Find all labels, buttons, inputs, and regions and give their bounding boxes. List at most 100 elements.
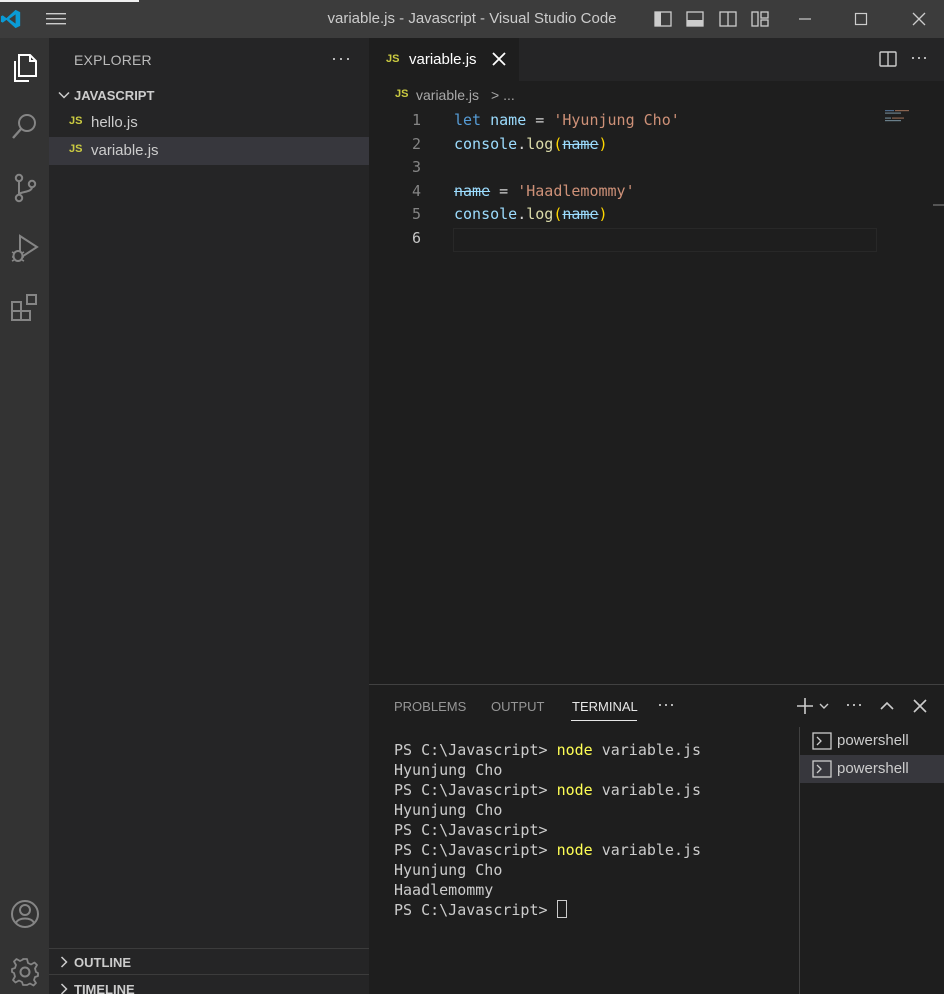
code-token: log (526, 205, 554, 224)
code-line[interactable]: 1 let name = 'Hyunjung Cho' (369, 108, 944, 132)
panel-more-tabs-button[interactable]: ··· (657, 694, 675, 715)
chevron-right-icon (60, 983, 68, 994)
editor-more-actions-button[interactable]: ··· (910, 47, 928, 68)
code-line[interactable]: 4 name = 'Haadlemommy' (369, 179, 944, 203)
terminal-text: PS C:\Javascript> (394, 841, 557, 859)
tab-terminal[interactable]: TERMINAL (572, 699, 638, 714)
close-panel-icon[interactable] (911, 697, 929, 715)
code-token: console (454, 134, 518, 153)
code-text: console.log(name) (454, 205, 608, 223)
settings-gear-icon (10, 958, 39, 987)
terminal-name: powershell (837, 760, 909, 777)
file-name: hello.js (91, 114, 138, 131)
line-number: 2 (411, 134, 421, 153)
js-file-icon: JS (69, 115, 83, 127)
terminal-text: PS C:\Javascript> (394, 741, 557, 759)
maximize-panel-chevron-up-icon[interactable] (878, 697, 896, 715)
terminal-item-powershell[interactable]: powershell (800, 727, 944, 755)
run-debug-activity[interactable] (0, 224, 49, 272)
terminal-text: Hyunjung Cho (394, 801, 503, 819)
code-editor[interactable]: 1 let name = 'Hyunjung Cho' 2 console.log(n… (369, 106, 944, 684)
terminal-text: Hyunjung Cho (394, 861, 503, 879)
line-number: 5 (411, 205, 421, 224)
explorer-activity[interactable] (0, 44, 49, 92)
line-number: 4 (411, 181, 421, 200)
breadcrumb-symbols[interactable]: > ... (491, 87, 515, 103)
search-icon (11, 114, 36, 139)
code-token: let (454, 111, 482, 129)
terminal-args: variable.js (592, 781, 702, 799)
code-text: console.log(name) (454, 135, 608, 153)
chevron-down-icon[interactable] (818, 697, 830, 715)
close-tab-icon[interactable] (491, 51, 507, 67)
code-token: . (517, 205, 527, 224)
tab-variable-js[interactable]: JS variable.js (369, 38, 519, 81)
customize-layout-icon[interactable] (751, 10, 769, 28)
terminal-line: PS C:\Javascript> node variable.js (394, 740, 701, 760)
terminal-text: PS C:\Javascript> (394, 901, 557, 919)
manage-activity[interactable] (0, 948, 49, 994)
active-tab-indicator (571, 720, 637, 721)
minimize-button[interactable] (782, 0, 828, 38)
js-file-icon: JS (395, 88, 409, 100)
code-token: name (490, 111, 527, 129)
close-window-button[interactable] (896, 0, 942, 38)
js-file-icon: JS (386, 53, 400, 65)
terminal-text: PS C:\Javascript> (394, 781, 557, 799)
breadcrumb-file[interactable]: variable.js (416, 87, 479, 103)
maximize-button[interactable] (838, 0, 884, 38)
code-line[interactable]: 3 (369, 155, 944, 179)
explorer-more-actions-button[interactable]: ··· (331, 48, 352, 69)
source-control-icon (14, 173, 36, 203)
code-line[interactable]: 6 (369, 226, 944, 250)
file-item-hello-js[interactable]: JS hello.js (49, 109, 369, 137)
new-terminal-plus-icon[interactable] (796, 697, 814, 715)
toggle-secondary-sidebar-icon[interactable] (719, 10, 737, 28)
terminal-command: node (556, 781, 593, 799)
split-editor-icon[interactable] (879, 50, 897, 68)
terminal-text: Hyunjung Cho (394, 761, 503, 779)
outline-section[interactable]: OUTLINE (49, 951, 369, 975)
code-token: name (562, 134, 599, 153)
code-token: name (454, 181, 491, 200)
terminal-args: variable.js (592, 741, 702, 759)
terminal-output[interactable]: PS C:\Javascript> node variable.js Hyunju… (394, 740, 701, 920)
tab-output[interactable]: OUTPUT (491, 699, 544, 714)
minimize-icon (799, 18, 811, 20)
chevron-right-icon (60, 956, 68, 968)
terminal-name: powershell (837, 732, 909, 749)
code-line[interactable]: 2 console.log(name) (369, 132, 944, 156)
toggle-panel-icon[interactable] (686, 10, 704, 28)
toggle-primary-sidebar-icon[interactable] (654, 10, 672, 28)
terminal-item-powershell[interactable]: powershell (800, 755, 944, 783)
accounts-activity[interactable] (0, 890, 49, 938)
file-name: variable.js (91, 142, 159, 159)
code-token: ) (598, 205, 608, 224)
explorer-sidebar: EXPLORER ··· JAVASCRIPT JS hello.js JS v… (49, 38, 369, 994)
minimap[interactable] (885, 110, 911, 122)
file-item-variable-js[interactable]: JS variable.js (49, 137, 369, 165)
code-text: name = 'Haadlemommy' (454, 182, 635, 200)
terminal-list: powershell powershell (799, 727, 944, 994)
timeline-label: TIMELINE (74, 982, 135, 994)
extensions-activity[interactable] (0, 284, 49, 332)
folder-section-javascript[interactable]: JAVASCRIPT (49, 84, 369, 108)
source-control-activity[interactable] (0, 164, 49, 212)
timeline-section[interactable]: TIMELINE (49, 978, 369, 994)
code-token: console (454, 205, 518, 224)
terminal-more-actions-button[interactable]: ··· (845, 694, 863, 715)
tab-problems[interactable]: PROBLEMS (394, 699, 466, 714)
code-line[interactable]: 5 console.log(name) (369, 202, 944, 226)
close-icon (912, 12, 926, 26)
code-token: = (526, 111, 554, 129)
explorer-header: EXPLORER (74, 52, 152, 68)
search-activity[interactable] (0, 102, 49, 150)
code-token: log (526, 134, 554, 153)
terminal-line: PS C:\Javascript> (394, 820, 701, 840)
scrollbar-position-marker (933, 204, 944, 206)
tab-label: variable.js (409, 51, 477, 68)
code-token: = (490, 181, 518, 200)
terminal-line: PS C:\Javascript> node variable.js (394, 840, 701, 860)
section-divider (49, 974, 369, 975)
